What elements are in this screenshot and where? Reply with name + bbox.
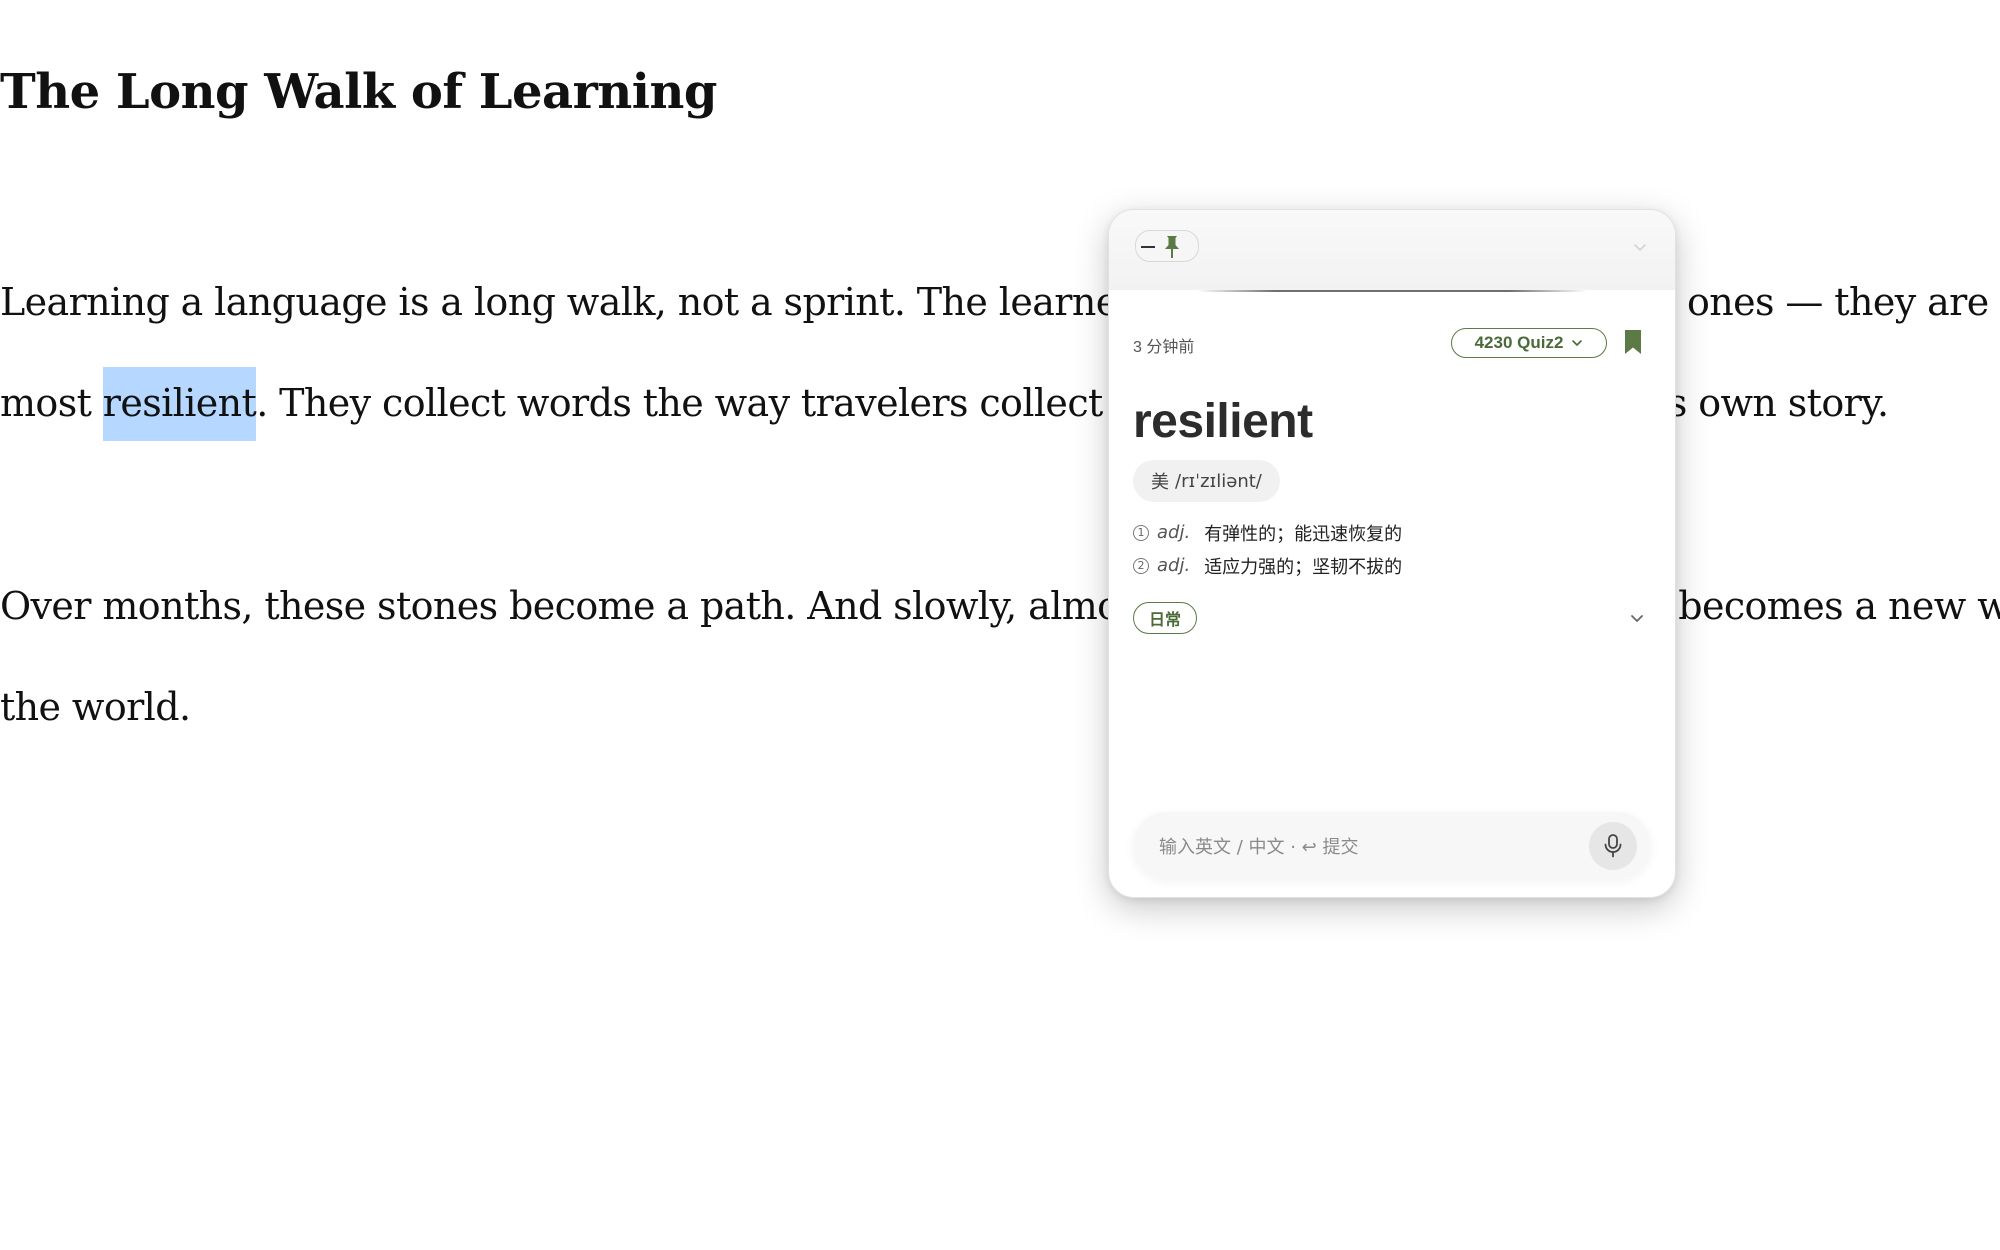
definition-text: 适应力强的；坚韧不拔的 xyxy=(1204,556,1403,578)
paragraph-2-line-2: the world. xyxy=(0,685,191,729)
usage-tag[interactable]: 日常 xyxy=(1133,602,1197,634)
definition-text: 有弹性的；能迅速恢复的 xyxy=(1204,523,1403,545)
query-input[interactable] xyxy=(1157,812,1581,882)
definition-number: 2 xyxy=(1133,557,1149,574)
expand-chevron-icon[interactable] xyxy=(1627,608,1647,628)
wordlist-select[interactable]: 4230 Quiz2 xyxy=(1451,328,1607,358)
paragraph-1-line-1: Learning a language is a long walk, not … xyxy=(0,280,2000,324)
headword: resilient xyxy=(1133,395,1313,448)
chevron-down-icon xyxy=(1572,340,1583,346)
definitions-list: 1 adj. 有弹性的；能迅速恢复的 2 adj. 适应力强的；坚韧不拔的 xyxy=(1133,516,1402,582)
article: The Long Walk of Learning Learning a lan… xyxy=(0,0,2000,1250)
article-title: The Long Walk of Learning xyxy=(0,64,718,120)
text-before-selection: most xyxy=(0,381,103,425)
paragraph-2-line-1: Over months, these stones become a path.… xyxy=(0,584,2000,628)
mic-button[interactable] xyxy=(1589,822,1637,870)
pin-icon[interactable] xyxy=(1161,234,1183,260)
definition-number: 1 xyxy=(1133,524,1149,541)
popup-header xyxy=(1109,210,1675,290)
microphone-icon xyxy=(1604,834,1622,858)
definition-item: 2 adj. 适应力强的；坚韧不拔的 xyxy=(1133,549,1402,582)
wordlist-label: 4230 Quiz2 xyxy=(1474,333,1564,352)
header-divider xyxy=(1197,290,1587,292)
part-of-speech: adj. xyxy=(1157,555,1191,576)
pronunciation-button[interactable]: 美 /rɪˈzɪliənt/ xyxy=(1133,460,1280,502)
lookup-timestamp: 3 分钟前 xyxy=(1133,339,1195,356)
phonetic-region: 美 xyxy=(1151,472,1169,493)
selected-word[interactable]: resilient xyxy=(102,367,257,441)
phonetic-text: /rɪˈzɪliənt/ xyxy=(1175,470,1262,492)
part-of-speech: adj. xyxy=(1157,522,1191,543)
query-input-bar xyxy=(1133,812,1651,882)
bookmark-icon[interactable] xyxy=(1623,329,1643,355)
collapse-chevron-icon[interactable] xyxy=(1631,238,1649,256)
minimize-icon[interactable] xyxy=(1141,246,1155,248)
dictionary-popup: 3 分钟前 4230 Quiz2 resilient 美 /rɪˈzɪliənt… xyxy=(1108,209,1676,898)
definition-item: 1 adj. 有弹性的；能迅速恢复的 xyxy=(1133,516,1402,549)
